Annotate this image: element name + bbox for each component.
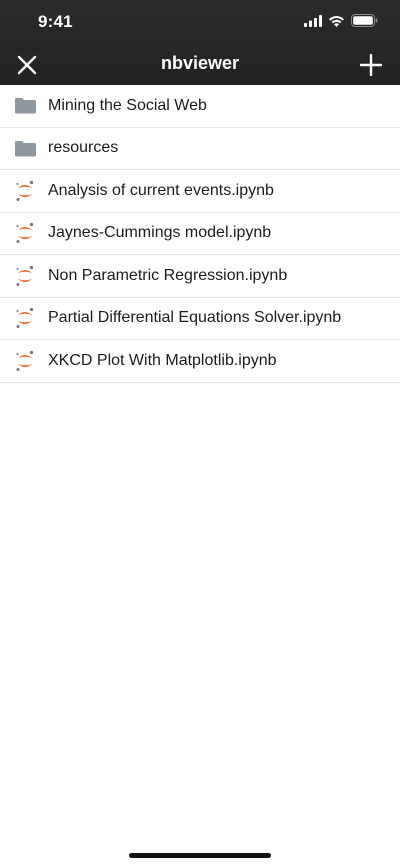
signal-icon — [304, 14, 322, 32]
plus-icon — [360, 54, 382, 76]
list-item-folder[interactable]: resources — [0, 128, 400, 170]
status-time: 9:41 — [38, 12, 73, 31]
jupyter-notebook-icon — [14, 222, 36, 244]
folder-icon — [14, 95, 36, 117]
list-item-label: Mining the Social Web — [48, 96, 207, 114]
list-item-notebook[interactable]: Jaynes-Cummings model.ipynb — [0, 213, 400, 255]
file-list: Mining the Social Web resources Analysis… — [0, 85, 400, 383]
jupyter-notebook-icon — [14, 265, 36, 287]
list-item-folder[interactable]: Mining the Social Web — [0, 85, 400, 128]
list-item-label: Non Parametric Regression.ipynb — [48, 266, 288, 284]
status-icons — [304, 14, 378, 32]
list-item-label: resources — [48, 139, 119, 157]
folder-icon — [14, 137, 36, 159]
jupyter-notebook-icon — [14, 180, 36, 202]
list-item-notebook[interactable]: XKCD Plot With Matplotlib.ipynb — [0, 340, 400, 383]
home-indicator[interactable] — [129, 853, 271, 858]
wifi-icon — [328, 14, 345, 32]
list-item-label: XKCD Plot With Matplotlib.ipynb — [48, 351, 277, 369]
navigation-bar: nbviewer — [0, 44, 400, 85]
list-item-notebook[interactable]: Partial Differential Equations Solver.ip… — [0, 298, 400, 340]
jupyter-notebook-icon — [14, 350, 36, 372]
list-item-label: Partial Differential Equations Solver.ip… — [48, 309, 342, 327]
list-item-label: Analysis of current events.ipynb — [48, 181, 274, 199]
list-item-notebook[interactable]: Analysis of current events.ipynb — [0, 170, 400, 213]
page-title: nbviewer — [160, 53, 240, 73]
status-bar: 9:41 — [0, 0, 400, 44]
add-button[interactable] — [357, 51, 385, 79]
jupyter-notebook-icon — [14, 307, 36, 329]
battery-icon — [351, 14, 378, 32]
list-item-label: Jaynes-Cummings model.ipynb — [48, 224, 272, 242]
top-bar: 9:41 nbviewer — [0, 0, 400, 85]
list-item-notebook[interactable]: Non Parametric Regression.ipynb — [0, 255, 400, 298]
